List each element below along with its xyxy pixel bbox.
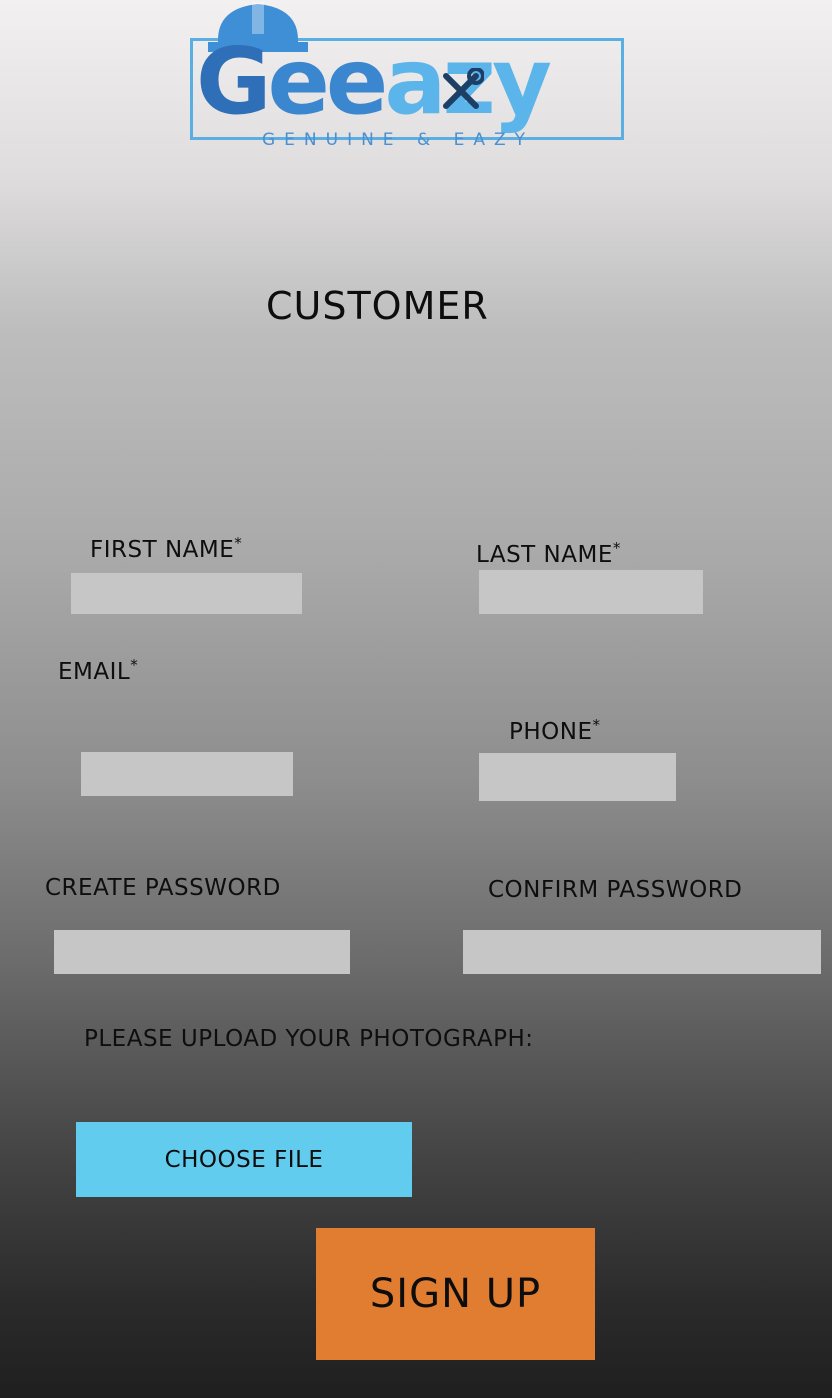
sign-up-button[interactable]: SIGN UP bbox=[316, 1228, 595, 1360]
create-password-label: CREATE PASSWORD bbox=[45, 875, 281, 901]
last-name-input[interactable] bbox=[479, 570, 703, 614]
required-marker: * bbox=[592, 716, 601, 734]
email-input[interactable] bbox=[81, 752, 293, 796]
last-name-label: LAST NAME* bbox=[476, 539, 621, 568]
geeazy-logo: Geeazy GENUINE & EAZY bbox=[190, 0, 628, 155]
first-name-label: FIRST NAME* bbox=[90, 534, 243, 563]
required-marker: * bbox=[234, 534, 243, 552]
phone-input[interactable] bbox=[479, 753, 676, 801]
first-name-input[interactable] bbox=[71, 573, 302, 614]
choose-file-button[interactable]: CHOOSE FILE bbox=[76, 1122, 412, 1197]
required-marker: * bbox=[130, 656, 139, 674]
phone-label: PHONE* bbox=[509, 716, 601, 745]
page-title: CUSTOMER bbox=[266, 284, 489, 328]
logo-tagline: GENUINE & EAZY bbox=[262, 130, 535, 150]
required-marker: * bbox=[612, 539, 621, 557]
create-password-input[interactable] bbox=[54, 930, 350, 974]
wrench-hammer-icon bbox=[443, 68, 484, 109]
confirm-password-label: CONFIRM PASSWORD bbox=[488, 877, 743, 903]
confirm-password-input[interactable] bbox=[463, 930, 821, 974]
logo-wordmark: Geeazy bbox=[196, 28, 552, 135]
upload-photo-label: PLEASE UPLOAD YOUR PHOTOGRAPH: bbox=[84, 1026, 534, 1052]
email-label: EMAIL* bbox=[58, 656, 139, 685]
